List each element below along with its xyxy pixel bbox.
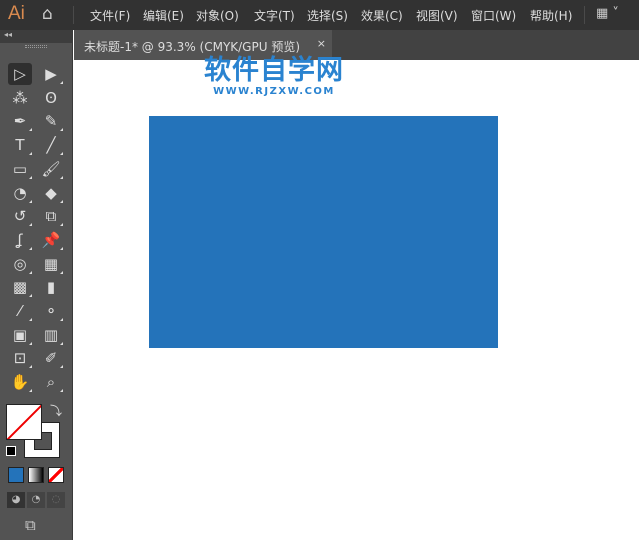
close-icon[interactable]: × [317, 37, 326, 50]
artboard-tool-icon[interactable]: ⊡ [8, 347, 32, 369]
pen-tool-icon[interactable]: ✒ [8, 110, 32, 132]
divider [584, 6, 585, 24]
tools-panel: ◂◂ ▷ ▶ ⁂ ʘ ✒ ✎ T ╱ ▭ 🖌 ◔ ◆ ↺ ⧉ ʆ 📌 ◎ ▦ ▩ ▮ ⁄ ⚬ ▣ ▥ ⊡ ✐ ✋ ⌕ ⤵ ◕ ◔ ◌ … [0, 30, 73, 540]
slice-tool-icon[interactable]: ✐ [39, 347, 63, 369]
type-tool-icon[interactable]: T [8, 134, 32, 156]
puppet-warp-tool-icon[interactable]: ʆ [8, 229, 32, 251]
swap-fill-stroke-icon[interactable]: ⤵ [50, 402, 62, 419]
color-mode-button[interactable] [8, 467, 24, 483]
rotate-tool-icon[interactable]: ↺ [8, 205, 32, 227]
draw-behind-button[interactable]: ◔ [27, 492, 45, 508]
zoom-tool-icon[interactable]: ⌕ [39, 371, 63, 393]
shape-builder-tool-icon[interactable]: ◎ [8, 253, 32, 275]
blue-rectangle[interactable] [149, 116, 498, 348]
default-fill-stroke-icon[interactable] [6, 446, 16, 456]
panel-grip[interactable] [25, 45, 47, 48]
symbol-sprayer-tool-icon[interactable]: ▣ [8, 324, 32, 346]
paintbrush-tool-icon[interactable]: 🖌 [39, 158, 63, 180]
gradient-tool-icon[interactable]: ▮ [39, 276, 63, 298]
divider [73, 6, 74, 24]
magic-wand-tool-icon[interactable]: ⁂ [8, 87, 32, 109]
draw-normal-button[interactable]: ◕ [7, 492, 25, 508]
eyedropper-tool-icon[interactable]: ⁄ [8, 300, 32, 322]
lasso-tool-icon[interactable]: ʘ [39, 87, 63, 109]
draw-inside-button[interactable]: ◌ [47, 492, 65, 508]
workspace-switcher-icon[interactable]: ▦ ˅ [596, 6, 619, 21]
screen-mode-icon[interactable]: ⧉ [25, 516, 36, 534]
none-mode-button[interactable] [48, 467, 64, 483]
selection-tool-icon[interactable]: ▷ [8, 63, 32, 85]
menu-item[interactable]: 帮助(H) [530, 7, 572, 24]
fill-swatch[interactable] [6, 404, 42, 440]
gradient-mode-button[interactable] [28, 467, 44, 483]
collapse-panel-button[interactable]: ◂◂ [0, 30, 72, 43]
watermark: 软件自学网 WWW.RJZXW.COM [204, 55, 344, 98]
column-graph-tool-icon[interactable]: ▥ [39, 324, 63, 346]
eraser-tool-icon[interactable]: ◆ [39, 182, 63, 204]
watermark-title: 软件自学网 [204, 55, 344, 86]
menu-item[interactable]: 效果(C) [361, 7, 403, 24]
rectangle-tool-icon[interactable]: ▭ [8, 158, 32, 180]
hand-tool-icon[interactable]: ✋ [8, 371, 32, 393]
scale-tool-icon[interactable]: ⧉ [39, 205, 63, 227]
perspective-grid-tool-icon[interactable]: ▦ [39, 253, 63, 275]
watermark-url: WWW.RJZXW.COM [213, 86, 335, 97]
line-tool-icon[interactable]: ╱ [39, 134, 63, 156]
menu-item[interactable]: 视图(V) [416, 7, 458, 24]
shaper-tool-icon[interactable]: ◔ [8, 182, 32, 204]
mesh-tool-icon[interactable]: ▩ [8, 276, 32, 298]
document-tab-bar: 未标题-1* @ 93.3% (CMYK/GPU 预览) × [74, 30, 639, 60]
curvature-tool-icon[interactable]: ✎ [39, 110, 63, 132]
pin-tool-icon[interactable]: 📌 [39, 229, 63, 251]
menu-item[interactable]: 窗口(W) [471, 7, 516, 24]
tab-title: 未标题-1* @ 93.3% (CMYK/GPU 预览) [84, 40, 301, 54]
menu-item[interactable]: 编辑(E) [143, 7, 184, 24]
app-logo: Ai [8, 3, 25, 24]
artboard-canvas[interactable] [74, 60, 639, 540]
direct-selection-tool-icon[interactable]: ▶ [39, 63, 63, 85]
menu-item[interactable]: 对象(O) [196, 7, 239, 24]
menu-item[interactable]: 选择(S) [307, 7, 348, 24]
menu-item[interactable]: 文字(T) [254, 7, 295, 24]
home-icon[interactable]: ⌂ [42, 4, 53, 24]
blend-tool-icon[interactable]: ⚬ [39, 300, 63, 322]
menu-item[interactable]: 文件(F) [90, 7, 130, 24]
menu-bar: Ai ⌂ 文件(F) 编辑(E) 对象(O) 文字(T) 选择(S) 效果(C) 视图(V)… [0, 0, 639, 30]
